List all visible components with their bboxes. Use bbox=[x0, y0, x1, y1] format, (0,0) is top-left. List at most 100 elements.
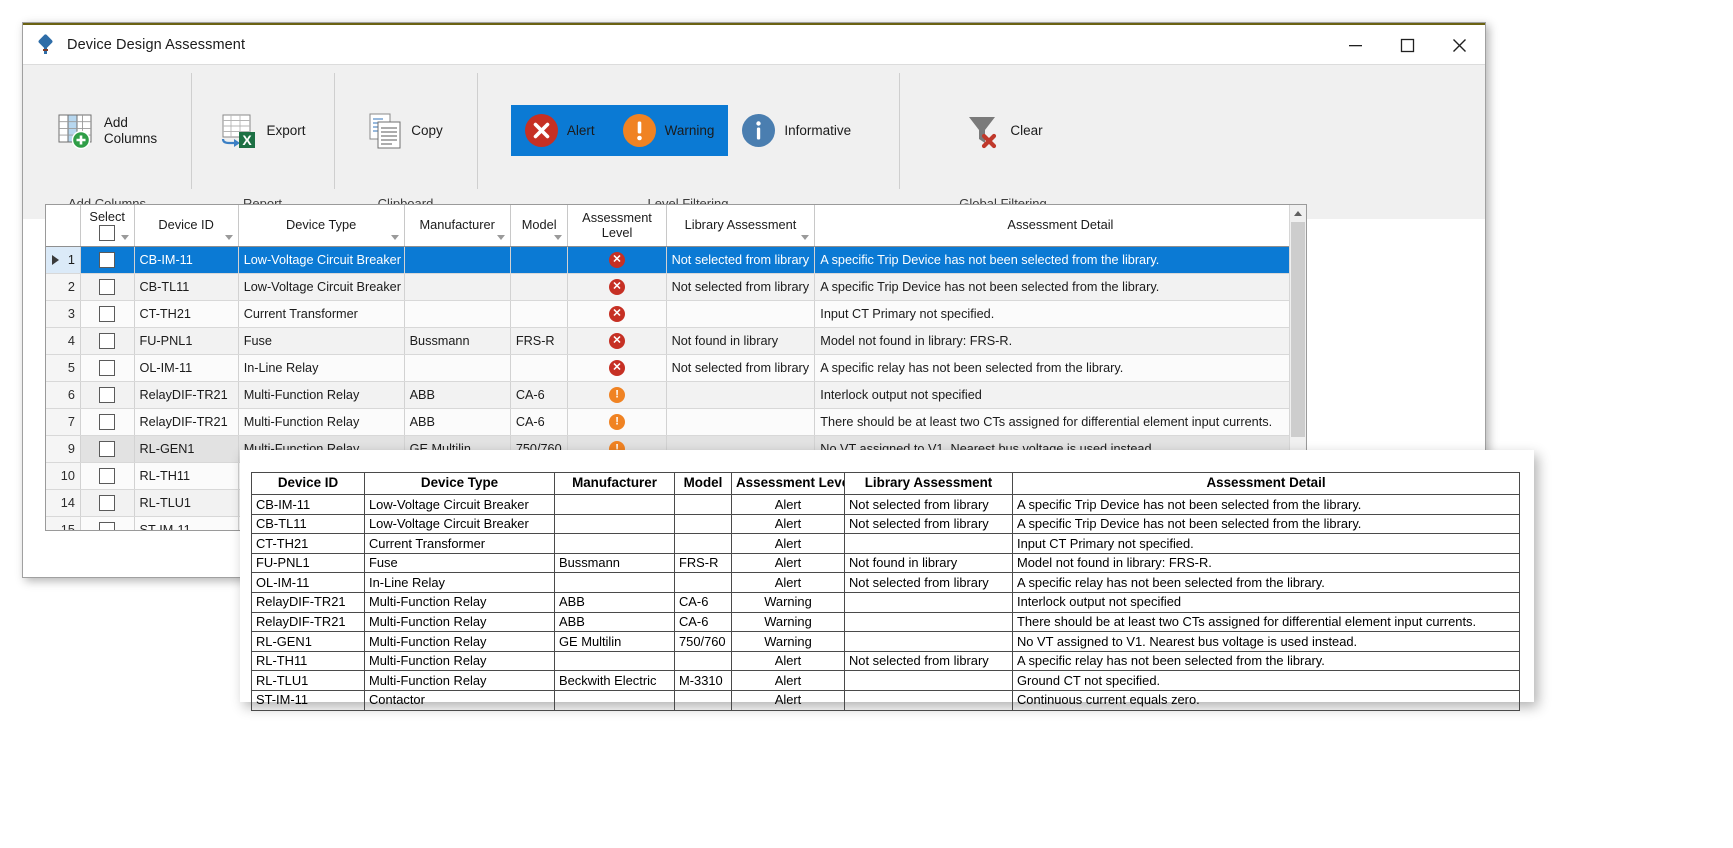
device-type-cell[interactable]: Low-Voltage Circuit Breaker bbox=[238, 247, 404, 274]
device-id-cell[interactable]: RL-GEN1 bbox=[134, 436, 238, 463]
row-checkbox[interactable] bbox=[99, 333, 115, 349]
row-checkbox[interactable] bbox=[99, 495, 115, 511]
grid-header-device-type[interactable]: Device Type bbox=[238, 205, 404, 247]
grid-header-library-assessment[interactable]: Library Assessment bbox=[666, 205, 815, 247]
device-id-cell[interactable]: CT-TH21 bbox=[134, 301, 238, 328]
assessment-level-cell[interactable]: ✕ bbox=[568, 328, 666, 355]
clear-filter-button[interactable]: Clear bbox=[953, 105, 1052, 157]
select-all-checkbox[interactable] bbox=[99, 225, 115, 241]
device-id-cell[interactable]: RL-TH11 bbox=[134, 463, 238, 490]
grid-header-model[interactable]: Model bbox=[510, 205, 568, 247]
device-id-cell[interactable]: RelayDIF-TR21 bbox=[134, 409, 238, 436]
add-columns-button[interactable]: Add Columns bbox=[47, 105, 167, 157]
manufacturer-cell[interactable]: Bussmann bbox=[404, 328, 510, 355]
assessment-detail-cell[interactable]: Input CT Primary not specified. bbox=[815, 301, 1306, 328]
row-number-cell[interactable]: 2 bbox=[46, 274, 80, 301]
assessment-level-cell[interactable]: ! bbox=[568, 382, 666, 409]
table-row[interactable]: 4FU-PNL1FuseBussmannFRS-R✕Not found in l… bbox=[46, 328, 1306, 355]
row-select-cell[interactable] bbox=[80, 247, 134, 274]
assessment-detail-cell[interactable]: There should be at least two CTs assigne… bbox=[815, 409, 1306, 436]
row-select-cell[interactable] bbox=[80, 490, 134, 517]
row-select-cell[interactable] bbox=[80, 301, 134, 328]
library-assessment-cell[interactable] bbox=[666, 382, 815, 409]
device-type-cell[interactable]: Multi-Function Relay bbox=[238, 409, 404, 436]
copy-button[interactable]: Copy bbox=[358, 105, 453, 157]
row-checkbox[interactable] bbox=[99, 279, 115, 295]
assessment-level-cell[interactable]: ✕ bbox=[568, 355, 666, 382]
assessment-level-cell[interactable]: ! bbox=[568, 409, 666, 436]
row-checkbox[interactable] bbox=[99, 387, 115, 403]
export-button[interactable]: X Export bbox=[209, 105, 315, 157]
filter-arrow-select-icon[interactable] bbox=[121, 235, 129, 240]
device-id-cell[interactable]: RelayDIF-TR21 bbox=[134, 382, 238, 409]
row-select-cell[interactable] bbox=[80, 409, 134, 436]
informative-filter-button[interactable]: Informative bbox=[728, 105, 865, 156]
minimize-icon[interactable] bbox=[1329, 25, 1381, 66]
table-row[interactable]: 1CB-IM-11Low-Voltage Circuit Breaker✕Not… bbox=[46, 247, 1306, 274]
assessment-detail-cell[interactable]: A specific Trip Device has not been sele… bbox=[815, 247, 1306, 274]
filter-arrow-manufacturer-icon[interactable] bbox=[497, 235, 505, 240]
assessment-detail-cell[interactable]: Interlock output not specified bbox=[815, 382, 1306, 409]
row-select-cell[interactable] bbox=[80, 436, 134, 463]
row-checkbox[interactable] bbox=[99, 306, 115, 322]
maximize-icon[interactable] bbox=[1381, 25, 1433, 66]
model-cell[interactable] bbox=[510, 355, 568, 382]
manufacturer-cell[interactable] bbox=[404, 247, 510, 274]
assessment-detail-cell[interactable]: Model not found in library: FRS-R. bbox=[815, 328, 1306, 355]
grid-header-assessment-detail[interactable]: Assessment Detail bbox=[815, 205, 1306, 247]
alert-filter-button[interactable]: Alert bbox=[511, 105, 609, 156]
manufacturer-cell[interactable] bbox=[404, 301, 510, 328]
row-number-cell[interactable]: 9 bbox=[46, 436, 80, 463]
row-checkbox[interactable] bbox=[99, 360, 115, 376]
library-assessment-cell[interactable]: Not found in library bbox=[666, 328, 815, 355]
warning-filter-button[interactable]: Warning bbox=[609, 105, 729, 156]
filter-arrow-model-icon[interactable] bbox=[554, 235, 562, 240]
scroll-up-arrow-icon[interactable] bbox=[1290, 205, 1306, 222]
device-type-cell[interactable]: Low-Voltage Circuit Breaker bbox=[238, 274, 404, 301]
device-type-cell[interactable]: Multi-Function Relay bbox=[238, 382, 404, 409]
close-icon[interactable] bbox=[1433, 25, 1485, 66]
row-number-cell[interactable]: 14 bbox=[46, 490, 80, 517]
row-number-cell[interactable]: 7 bbox=[46, 409, 80, 436]
model-cell[interactable]: CA-6 bbox=[510, 409, 568, 436]
model-cell[interactable] bbox=[510, 301, 568, 328]
library-assessment-cell[interactable]: Not selected from library bbox=[666, 274, 815, 301]
library-assessment-cell[interactable]: Not selected from library bbox=[666, 355, 815, 382]
filter-arrow-library-icon[interactable] bbox=[801, 235, 809, 240]
filter-arrow-device-id-icon[interactable] bbox=[225, 235, 233, 240]
row-number-cell[interactable]: 3 bbox=[46, 301, 80, 328]
device-type-cell[interactable]: In-Line Relay bbox=[238, 355, 404, 382]
device-type-cell[interactable]: Fuse bbox=[238, 328, 404, 355]
row-select-cell[interactable] bbox=[80, 463, 134, 490]
assessment-level-cell[interactable]: ✕ bbox=[568, 247, 666, 274]
device-id-cell[interactable]: ST-IM-11 bbox=[134, 517, 238, 532]
manufacturer-cell[interactable]: ABB bbox=[404, 409, 510, 436]
row-select-cell[interactable] bbox=[80, 382, 134, 409]
grid-header-select[interactable]: Select bbox=[80, 205, 134, 247]
grid-header-device-id[interactable]: Device ID bbox=[134, 205, 238, 247]
table-row[interactable]: 6RelayDIF-TR21Multi-Function RelayABBCA-… bbox=[46, 382, 1306, 409]
manufacturer-cell[interactable]: ABB bbox=[404, 382, 510, 409]
device-id-cell[interactable]: CB-TL11 bbox=[134, 274, 238, 301]
device-id-cell[interactable]: RL-TLU1 bbox=[134, 490, 238, 517]
device-id-cell[interactable]: FU-PNL1 bbox=[134, 328, 238, 355]
model-cell[interactable]: FRS-R bbox=[510, 328, 568, 355]
device-id-cell[interactable]: CB-IM-11 bbox=[134, 247, 238, 274]
row-select-cell[interactable] bbox=[80, 274, 134, 301]
row-select-cell[interactable] bbox=[80, 517, 134, 532]
library-assessment-cell[interactable] bbox=[666, 409, 815, 436]
model-cell[interactable] bbox=[510, 247, 568, 274]
row-number-cell[interactable]: 6 bbox=[46, 382, 80, 409]
row-checkbox[interactable] bbox=[99, 252, 115, 268]
assessment-detail-cell[interactable]: A specific relay has not been selected f… bbox=[815, 355, 1306, 382]
scrollbar-thumb[interactable] bbox=[1291, 222, 1305, 437]
row-checkbox[interactable] bbox=[99, 441, 115, 457]
device-id-cell[interactable]: OL-IM-11 bbox=[134, 355, 238, 382]
row-select-cell[interactable] bbox=[80, 355, 134, 382]
table-row[interactable]: 7 RelayDIF-TR21Multi-Function RelayABBCA-… bbox=[46, 409, 1306, 436]
library-assessment-cell[interactable] bbox=[666, 301, 815, 328]
table-row[interactable]: 3CT-TH21Current Transformer✕Input CT Pri… bbox=[46, 301, 1306, 328]
row-checkbox[interactable] bbox=[99, 468, 115, 484]
device-type-cell[interactable]: Current Transformer bbox=[238, 301, 404, 328]
row-number-cell[interactable]: 1 bbox=[46, 247, 80, 274]
